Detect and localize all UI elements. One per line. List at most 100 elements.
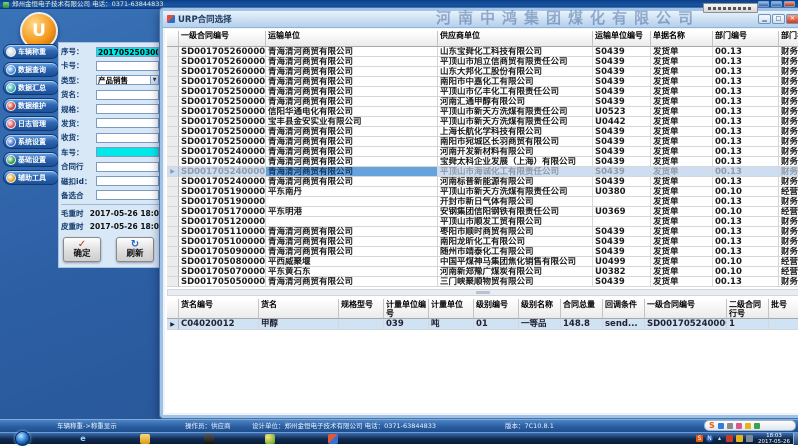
cell[interactable]: 河南开发新材料有限公司 bbox=[438, 147, 593, 157]
column-header[interactable]: 回调条件 bbox=[603, 299, 645, 319]
cell[interactable]: 甲醇 bbox=[259, 319, 339, 330]
cell[interactable]: 发货单 bbox=[651, 87, 713, 97]
chevron-down-icon[interactable]: ▼ bbox=[150, 76, 158, 84]
column-header[interactable]: 运输单位 bbox=[266, 31, 438, 47]
cell[interactable]: 青海清河商贸有限公司 bbox=[266, 47, 438, 57]
cell[interactable]: 1 bbox=[727, 319, 769, 330]
table-row[interactable]: SD0017052600003青海清河商贸有限公司南阳市中嘉化工有限公司S043… bbox=[167, 77, 798, 87]
column-header[interactable]: 货名 bbox=[259, 299, 339, 319]
cell[interactable]: 财务 bbox=[779, 237, 798, 247]
minimize-icon[interactable] bbox=[758, 1, 769, 7]
cell[interactable]: C04020012 bbox=[179, 319, 259, 330]
cell[interactable]: 00.10 bbox=[713, 187, 779, 197]
column-header[interactable]: 部门名称 bbox=[779, 31, 798, 47]
cell[interactable]: S0439 bbox=[593, 147, 651, 157]
cell[interactable]: 青海清河商贸有限公司 bbox=[266, 177, 438, 187]
column-header[interactable]: 计量单位编号 bbox=[384, 299, 429, 319]
cell[interactable]: SD0017052400004 bbox=[179, 177, 266, 187]
cell[interactable]: 00.13 bbox=[713, 157, 779, 167]
cell[interactable]: 财务 bbox=[779, 137, 798, 147]
cell[interactable]: 南阳市中嘉化工有限公司 bbox=[438, 77, 593, 87]
row-selector[interactable] bbox=[167, 247, 179, 257]
cell[interactable]: 00.10 bbox=[713, 267, 779, 277]
cell[interactable]: 经营 bbox=[779, 257, 798, 267]
table-row[interactable]: SD0017052500003青海清河商贸有限公司上海长航化学科技有限公司S04… bbox=[167, 127, 798, 137]
cell[interactable]: SD0017052500006 bbox=[179, 87, 266, 97]
column-header[interactable]: 一级合同编号 bbox=[179, 31, 266, 47]
table-row[interactable]: SD0017050900001青海清河商贸有限公司随州市靖泰化工有限公司S043… bbox=[167, 247, 798, 257]
table-row[interactable]: SD0017052500004青海清河商贸有限公司河南汇通甲醇有限公司S0439… bbox=[167, 97, 798, 107]
table-row[interactable]: SD0017051000002青海清河商贸有限公司南阳龙昕化工有限公司S0439… bbox=[167, 237, 798, 247]
maximize-icon[interactable] bbox=[771, 1, 782, 7]
table-row[interactable]: SD0017052600004青海清河商贸有限公司山东宝舜化工科技有限公司S04… bbox=[167, 47, 798, 57]
row-selector[interactable] bbox=[167, 117, 179, 127]
cell[interactable] bbox=[593, 217, 651, 227]
cell[interactable]: 00.13 bbox=[713, 117, 779, 127]
table-row[interactable]: SD0017052400006青海清河商贸有限公司宝舜太科企业发展（上海）有限公… bbox=[167, 157, 798, 167]
row-selector[interactable] bbox=[167, 217, 179, 227]
cell[interactable]: 财务 bbox=[779, 217, 798, 227]
dialog-close-icon[interactable]: ✕ bbox=[786, 14, 798, 24]
cell[interactable]: 00.13 bbox=[713, 237, 779, 247]
cell[interactable]: 财务 bbox=[779, 107, 798, 117]
cell[interactable]: 发货单 bbox=[651, 107, 713, 117]
cell[interactable]: SD0017052500002 bbox=[179, 117, 266, 127]
sidebar-item-车辆称重[interactable]: 车辆称重 bbox=[3, 44, 59, 59]
cell[interactable]: S0439 bbox=[593, 87, 651, 97]
dialog-minimize-icon[interactable]: ▁ bbox=[758, 14, 771, 24]
table-row[interactable]: SD0017050700001平东黄石东河南新郑豫广煤炭有限公司U0382发货单… bbox=[167, 267, 798, 277]
cell[interactable]: 财务 bbox=[779, 177, 798, 187]
cell[interactable] bbox=[593, 197, 651, 207]
cell[interactable]: SD0017052500004 bbox=[179, 97, 266, 107]
cell[interactable]: 经营 bbox=[779, 207, 798, 217]
row-selector[interactable] bbox=[167, 137, 179, 147]
cell[interactable]: 发货单 bbox=[651, 127, 713, 137]
cell[interactable]: 00.13 bbox=[713, 137, 779, 147]
cell[interactable]: U0499 bbox=[593, 257, 651, 267]
cell[interactable]: 00.13 bbox=[713, 277, 779, 287]
cell[interactable]: SD0017052500001 bbox=[179, 137, 266, 147]
cell[interactable]: 财务 bbox=[779, 277, 798, 287]
sidebar-item-数据查询[interactable]: 数据查询 bbox=[3, 62, 59, 77]
cell[interactable]: 发货单 bbox=[651, 237, 713, 247]
cell[interactable]: 南阳市宛城区长羽商贸有限公司 bbox=[438, 137, 593, 147]
table-row[interactable]: SD0017052500001青海清河商贸有限公司南阳市宛城区长羽商贸有限公司S… bbox=[167, 137, 798, 147]
column-header[interactable]: 级别编号 bbox=[474, 299, 519, 319]
folder-icon[interactable] bbox=[140, 434, 150, 444]
cell[interactable]: 财务 bbox=[779, 147, 798, 157]
input-卡号[interactable] bbox=[96, 61, 159, 71]
column-header[interactable]: 供应商单位 bbox=[438, 31, 593, 47]
table-row[interactable]: SD0017052600001青海清河商贸有限公司平顶山市旭立信商贸有限责任公司… bbox=[167, 57, 798, 67]
cell[interactable]: SD0017051900007 bbox=[179, 187, 266, 197]
cell[interactable]: 01 bbox=[474, 319, 519, 330]
table-row[interactable]: SD0017052600002青海清河商贸有限公司山东大邦化工股份有限公司S04… bbox=[167, 67, 798, 77]
column-header[interactable]: 合同总量 bbox=[561, 299, 603, 319]
cell[interactable] bbox=[266, 217, 438, 227]
table-row[interactable]: SD0017051900007平东南丹平顶山市新天方洗煤有限责任公司U0380发… bbox=[167, 187, 798, 197]
cell[interactable]: U0382 bbox=[593, 267, 651, 277]
cell[interactable]: 财务 bbox=[779, 117, 798, 127]
cell[interactable]: SD0017050800007 bbox=[179, 257, 266, 267]
table-row[interactable]: SD0017052400005青海清河商贸有限公司河南开发新材料有限公司S043… bbox=[167, 147, 798, 157]
cell[interactable]: 中国平煤神马集团焦化销售有限公司 bbox=[438, 257, 593, 267]
cell[interactable]: 平顶山市新天方洗煤有限责任公司 bbox=[438, 187, 593, 197]
column-header[interactable]: 计量单位 bbox=[429, 299, 474, 319]
cell[interactable]: 发货单 bbox=[651, 187, 713, 197]
row-selector[interactable] bbox=[167, 157, 179, 167]
cell[interactable]: 发货单 bbox=[651, 167, 713, 177]
cell[interactable]: 安钢集团信阳钢铁有限责任公司 bbox=[438, 207, 593, 217]
cell[interactable]: S0439 bbox=[593, 137, 651, 147]
cell[interactable]: 财务 bbox=[779, 167, 798, 177]
cell[interactable]: 财务 bbox=[779, 247, 798, 257]
column-header[interactable]: 一级合同编号 bbox=[645, 299, 727, 319]
cell[interactable]: 00.10 bbox=[713, 207, 779, 217]
table-row[interactable]: SD0017052500005信阳华通电化有限公司平顶山市新天方洗煤有限责任公司… bbox=[167, 107, 798, 117]
cell[interactable]: 发货单 bbox=[651, 157, 713, 167]
cell[interactable]: 发货单 bbox=[651, 77, 713, 87]
input-规格[interactable] bbox=[96, 104, 159, 114]
cell[interactable]: S0439 bbox=[593, 237, 651, 247]
volume-icon[interactable] bbox=[746, 435, 753, 442]
cell[interactable]: 发货单 bbox=[651, 197, 713, 207]
cell[interactable]: 发货单 bbox=[651, 97, 713, 107]
input-合同行[interactable] bbox=[96, 162, 159, 172]
